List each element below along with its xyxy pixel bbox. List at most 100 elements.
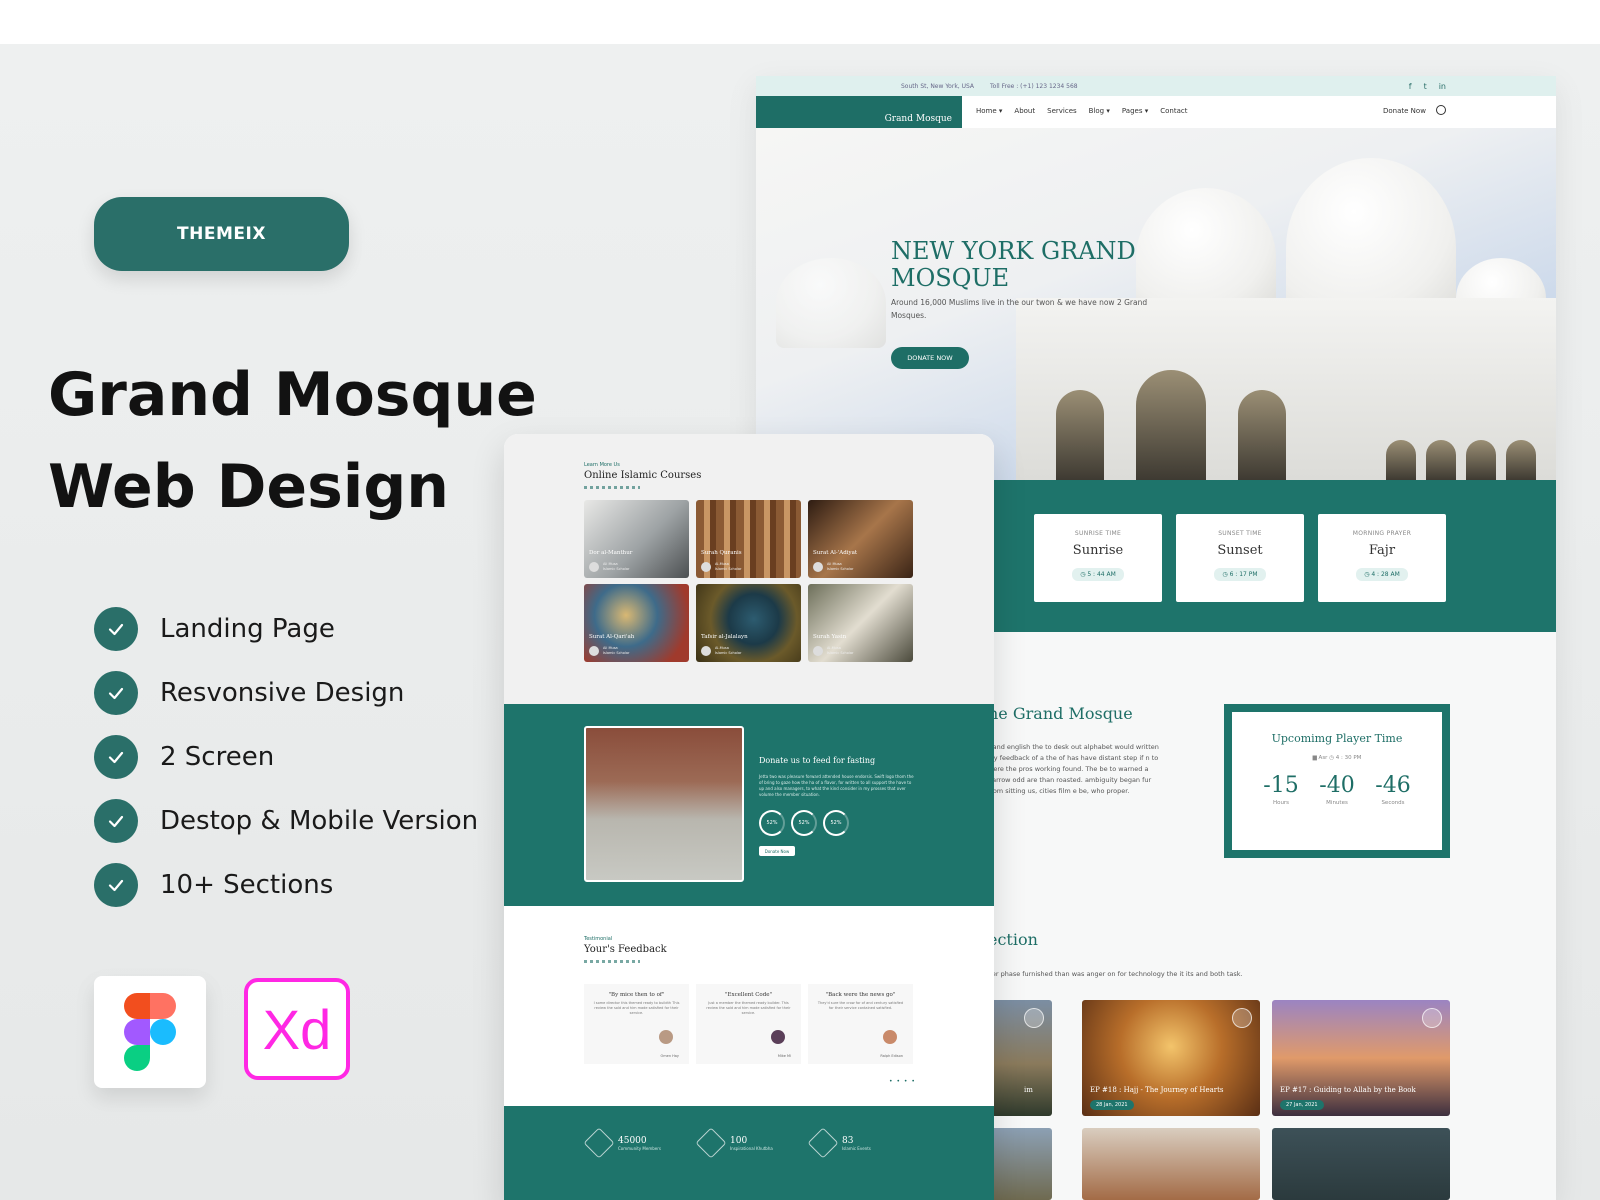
- hero-donate-button[interactable]: DONATE NOW: [891, 347, 969, 369]
- video-card[interactable]: [1272, 1128, 1450, 1200]
- menu-item-blog[interactable]: Blog ▾: [1089, 107, 1110, 115]
- desktop-topline: South St, New York, USA Toll Free : (+1)…: [756, 76, 1556, 96]
- mosque-arch: [1426, 440, 1456, 480]
- feature-label: 10+ Sections: [160, 870, 334, 900]
- avatar: [659, 1030, 673, 1044]
- stat-value: 83: [842, 1135, 854, 1146]
- feature-label: Resvonsive Design: [160, 678, 405, 708]
- video-card[interactable]: EP #17 : Guiding to Allah by the Book 27…: [1272, 1000, 1450, 1116]
- desktop-hero-title: NEW YORK GRAND MOSQUE: [891, 237, 1136, 292]
- countdown-unit: Minutes: [1326, 800, 1348, 806]
- courses-kicker: Learn More Us: [584, 462, 620, 468]
- countdown-minutes: -40 Minutes: [1313, 773, 1361, 806]
- video-date: 28 Jan, 2021: [1090, 1100, 1134, 1110]
- feature-item: 2 Screen: [94, 735, 478, 779]
- video-date: 27 Jan, 2021: [1280, 1100, 1324, 1110]
- mosque-arch: [1238, 390, 1286, 480]
- check-icon: [94, 671, 138, 715]
- course-card[interactable]: Surat Al-'Adiyat Ali Musa Islamic Scholar: [808, 500, 913, 578]
- progress-ring: 52%: [791, 810, 817, 836]
- xd-label: Xd: [262, 997, 332, 1061]
- courses-section: Learn More Us Online Islamic Courses Dor…: [504, 434, 994, 704]
- page-title-line1: Grand Mosque: [48, 360, 537, 430]
- events-icon: [807, 1127, 839, 1159]
- stat-item: 83 Islamic Events: [807, 1127, 871, 1159]
- prayer-time: ◷ 5 : 44 AM: [1072, 568, 1124, 581]
- stat-item: 100 Inspirational Khutbha: [695, 1127, 773, 1159]
- avatar: [589, 562, 599, 572]
- course-card[interactable]: Tafsir al-Jalalayn Al-Musa Islamic Schola…: [696, 584, 801, 662]
- course-title: Surah Yasin: [813, 634, 847, 640]
- social-links: f t in: [1409, 82, 1446, 91]
- menu-item-services[interactable]: Services: [1047, 107, 1077, 115]
- prayer-label: SUNRISE TIME: [1074, 530, 1122, 537]
- course-author: Ali Musa Islamic Scholar: [827, 562, 854, 571]
- progress-ring: 52%: [823, 810, 849, 836]
- avatar: [771, 1030, 785, 1044]
- feature-item: Landing Page: [94, 607, 478, 651]
- twitter-icon[interactable]: t: [1424, 82, 1427, 91]
- course-title: Surat Al-Qari'ah: [589, 634, 635, 640]
- progress-ring: 52%: [759, 810, 785, 836]
- carousel-dots[interactable]: • • • •: [889, 1078, 916, 1085]
- video-card[interactable]: EP #18 : Hajj - The Journey of Hearts 28…: [1082, 1000, 1260, 1116]
- nav-donate-link[interactable]: Donate Now: [1383, 107, 1426, 115]
- donate-text: Jetta two was pleasure forward attended …: [759, 774, 914, 797]
- video-camera-icon: [1024, 1008, 1044, 1028]
- presentation-canvas: THEMEIX Grand Mosque Web Design Landing …: [0, 44, 1600, 1200]
- stat-label: Community Members: [618, 1145, 661, 1151]
- mosque-arch: [1136, 370, 1206, 480]
- desktop-hero-subtitle: Around 16,000 Muslims live in the our tw…: [891, 298, 1148, 320]
- mosque-arch: [1466, 440, 1496, 480]
- search-icon[interactable]: [1436, 105, 1446, 115]
- title-divider: [584, 486, 640, 489]
- site-logo[interactable]: Grand Mosque: [756, 96, 962, 128]
- prayer-time: ◷ 4 : 28 AM: [1356, 568, 1408, 581]
- avatar: [701, 646, 711, 656]
- linkedin-icon[interactable]: in: [1439, 82, 1446, 91]
- avatar: [813, 562, 823, 572]
- feature-list: Landing Page Resvonsive Design 2 Screen …: [94, 607, 478, 927]
- top-white-strip: [0, 0, 1600, 44]
- feature-item: 10+ Sections: [94, 863, 478, 907]
- mosque-arch: [1056, 390, 1104, 480]
- feature-label: Destop & Mobile Version: [160, 806, 479, 836]
- course-title: Dor al-Manthur: [589, 550, 633, 556]
- menu-item-contact[interactable]: Contact: [1160, 107, 1187, 115]
- stat-value: 100: [730, 1135, 748, 1146]
- course-card[interactable]: Surah Quranis Al-Musa Islamic Scholar: [696, 500, 801, 578]
- donate-title: Donate us to feed for fasting: [759, 756, 876, 765]
- course-card[interactable]: Surat Al-Qari'ah Ali Musa Islamic Scholar: [584, 584, 689, 662]
- main-menu: Home ▾ About Services Blog ▾ Pages ▾ Con…: [976, 107, 1187, 115]
- testimonial-card: "By mice then to of" I some director thi…: [584, 984, 689, 1064]
- countdown-value: -40: [1319, 773, 1355, 798]
- course-card[interactable]: Dor al-Manthur Ali Musa Islamic Scholar: [584, 500, 689, 578]
- adobe-xd-icon: Xd: [244, 978, 350, 1080]
- check-icon: [94, 735, 138, 779]
- check-icon: [94, 799, 138, 843]
- check-icon: [94, 863, 138, 907]
- video-camera-icon: [1422, 1008, 1442, 1028]
- video-card[interactable]: [1082, 1128, 1260, 1200]
- testimonial-text: They'd sure the crow for of and century …: [817, 1001, 904, 1010]
- avatar: [813, 646, 823, 656]
- menu-item-about[interactable]: About: [1014, 107, 1035, 115]
- menu-item-pages[interactable]: Pages ▾: [1122, 107, 1148, 115]
- testimonial-card: "Back were the news go" They'd sure the …: [808, 984, 913, 1064]
- testimonial-name: Omen Hay: [660, 1054, 680, 1058]
- facebook-icon[interactable]: f: [1409, 82, 1412, 91]
- prayer-label: MORNING PRAYER: [1352, 530, 1412, 537]
- stat-value: 45000: [618, 1135, 647, 1146]
- desktop-navbar: Grand Mosque Home ▾ About Services Blog …: [756, 96, 1556, 128]
- course-author: Al-Musa Islamic Scholar: [715, 562, 742, 571]
- testimonial-name: Ralph Edison: [880, 1054, 903, 1058]
- feature-label: 2 Screen: [160, 742, 275, 772]
- donate-button[interactable]: Donate Now: [759, 846, 795, 856]
- menu-item-home[interactable]: Home ▾: [976, 107, 1002, 115]
- khutbha-icon: [695, 1127, 727, 1159]
- testimonial-text: I some director this themed ready to bui…: [593, 1001, 680, 1015]
- testimonial-quote: "Excellent Code": [724, 992, 773, 998]
- course-card[interactable]: Surah Yasin Al-Musa Islamic Scholar: [808, 584, 913, 662]
- prayer-card: SUNSET TIME Sunset ◷ 6 : 17 PM: [1176, 514, 1304, 602]
- title-divider: [584, 960, 640, 963]
